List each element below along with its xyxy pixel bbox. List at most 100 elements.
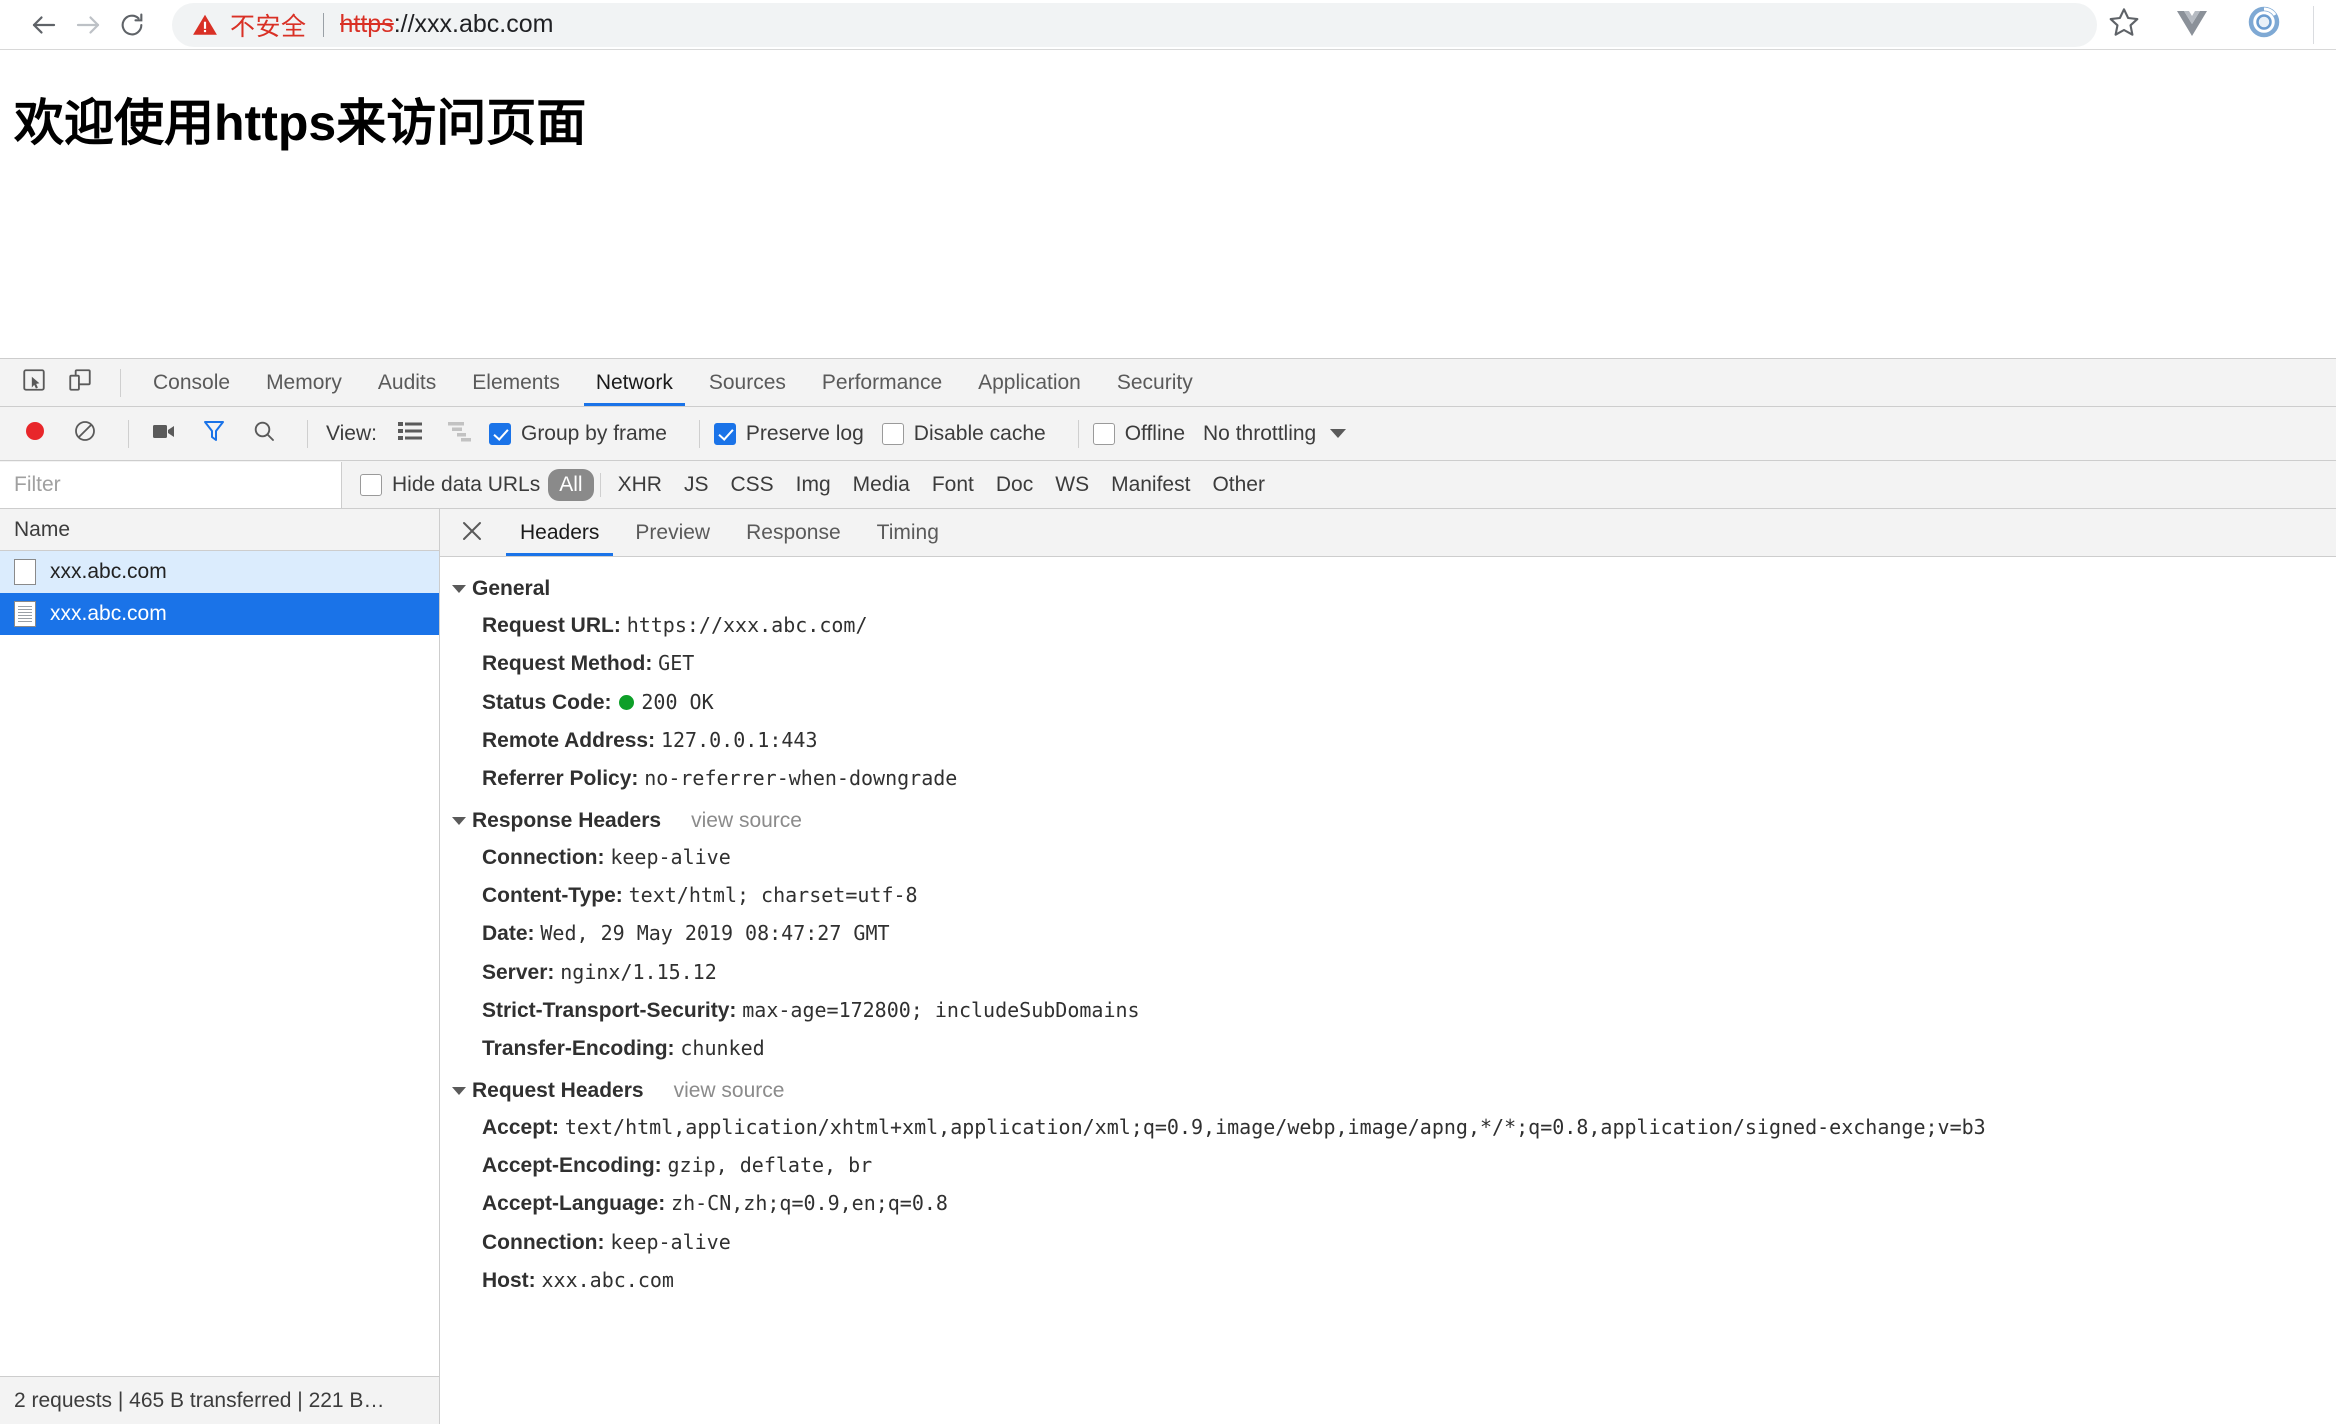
- table-row[interactable]: xxx.abc.com: [0, 551, 439, 593]
- view-source-link[interactable]: view source: [691, 809, 802, 833]
- header-name: Accept-Language:: [482, 1192, 666, 1216]
- section-request-headers: Request Headers view source Accept: text…: [440, 1073, 2336, 1301]
- header-row: Server: nginx/1.15.12: [440, 954, 2336, 992]
- tab-response[interactable]: Response: [728, 509, 859, 556]
- header-name: Date:: [482, 922, 535, 946]
- filter-divider: [599, 472, 601, 497]
- section-title: Request Headers: [472, 1078, 644, 1102]
- reload-button[interactable]: [110, 3, 154, 47]
- filter-type-xhr[interactable]: XHR: [607, 469, 673, 501]
- filter-type-doc[interactable]: Doc: [985, 469, 1044, 501]
- hide-data-urls-checkbox[interactable]: Hide data URLs: [360, 473, 540, 497]
- record-button[interactable]: [14, 413, 56, 455]
- status-ok-dot-icon: [619, 694, 635, 710]
- header-value: text/html; charset=utf-8: [628, 883, 918, 908]
- waterfall-view-icon: [447, 420, 472, 448]
- tab-memory[interactable]: Memory: [248, 359, 360, 406]
- filter-type-other[interactable]: Other: [1201, 469, 1276, 501]
- filter-type-manifest[interactable]: Manifest: [1100, 469, 1201, 501]
- tab-elements[interactable]: Elements: [454, 359, 578, 406]
- close-detail-button[interactable]: [452, 513, 492, 553]
- header-value: chunked: [680, 1036, 765, 1061]
- devtools-panel: Console Memory Audits Elements Network S…: [0, 358, 2336, 1424]
- address-bar[interactable]: 不安全 https://xxx.abc.com: [172, 2, 2097, 47]
- extension-vue-devtools-button[interactable]: [2169, 2, 2215, 48]
- view-waterfall-button[interactable]: [439, 413, 481, 455]
- group-by-frame-checkbox[interactable]: Group by frame: [488, 422, 667, 446]
- header-value: 200 OK: [641, 689, 714, 714]
- forward-button[interactable]: [66, 3, 110, 47]
- filter-type-js[interactable]: JS: [673, 469, 720, 501]
- filter-type-font[interactable]: Font: [921, 469, 985, 501]
- header-name: Accept:: [482, 1115, 560, 1139]
- arrow-left-icon: [29, 10, 59, 40]
- chevron-down-icon[interactable]: [1330, 429, 1347, 438]
- table-row[interactable]: xxx.abc.com: [0, 593, 439, 635]
- filter-type-img[interactable]: Img: [785, 469, 842, 501]
- header-name: Transfer-Encoding:: [482, 1037, 675, 1061]
- header-row: Host: xxx.abc.com: [440, 1262, 2336, 1300]
- tab-timing[interactable]: Timing: [859, 509, 957, 556]
- section-header[interactable]: Request Headers view source: [440, 1073, 2336, 1109]
- filter-type-media[interactable]: Media: [842, 469, 921, 501]
- section-header[interactable]: General: [440, 571, 2336, 607]
- section-title: General: [472, 577, 551, 600]
- requests-pane: Name xxx.abc.com xxx.abc.com 2 requests …: [0, 509, 440, 1424]
- extension-browser-button[interactable]: [2241, 2, 2287, 48]
- header-name: Referrer Policy:: [482, 767, 639, 791]
- camera-icon: [152, 421, 176, 447]
- inspect-element-button[interactable]: [14, 363, 54, 403]
- filter-button[interactable]: [193, 413, 235, 455]
- tab-sources[interactable]: Sources: [691, 359, 804, 406]
- disable-cache-checkbox[interactable]: Disable cache: [881, 422, 1046, 446]
- page-body: 欢迎使用https来访问页面: [0, 50, 2336, 357]
- capture-screenshots-button[interactable]: [143, 413, 185, 455]
- tab-audits[interactable]: Audits: [360, 359, 454, 406]
- request-detail-pane: Headers Preview Response Timing General …: [440, 509, 2336, 1424]
- search-button[interactable]: [243, 413, 285, 455]
- header-name: Connection:: [482, 1230, 605, 1254]
- view-source-link[interactable]: view source: [674, 1079, 785, 1103]
- filter-input[interactable]: [0, 461, 342, 508]
- star-icon: [2108, 6, 2140, 43]
- back-button[interactable]: [22, 3, 66, 47]
- filter-type-css[interactable]: CSS: [719, 469, 784, 501]
- bookmark-button[interactable]: [2101, 2, 2147, 48]
- offline-checkbox[interactable]: Offline: [1092, 422, 1185, 446]
- browser-toolbar: 不安全 https://xxx.abc.com: [0, 0, 2336, 50]
- header-row: Transfer-Encoding: chunked: [440, 1030, 2336, 1068]
- browser-extension-icon: [2248, 6, 2280, 43]
- tab-security[interactable]: Security: [1099, 359, 1211, 406]
- requests-column-header[interactable]: Name: [0, 509, 439, 551]
- header-name: Remote Address:: [482, 729, 656, 753]
- header-row: Strict-Transport-Security: max-age=17280…: [440, 992, 2336, 1030]
- header-value: GET: [658, 651, 695, 676]
- search-icon: [252, 419, 276, 449]
- tab-network[interactable]: Network: [578, 359, 691, 406]
- tab-headers[interactable]: Headers: [502, 509, 617, 556]
- document-icon: [14, 601, 36, 627]
- reload-icon: [118, 11, 146, 39]
- toolbar-divider-3: [698, 419, 700, 448]
- tab-preview[interactable]: Preview: [617, 509, 728, 556]
- warning-triangle-icon: [192, 12, 218, 38]
- device-toolbar-button[interactable]: [60, 363, 100, 403]
- inspect-element-icon: [21, 367, 47, 399]
- tab-console[interactable]: Console: [135, 359, 248, 406]
- section-header[interactable]: Response Headers view source: [440, 803, 2336, 839]
- header-value: https://xxx.abc.com/: [626, 613, 868, 637]
- tab-performance[interactable]: Performance: [804, 359, 960, 406]
- tab-application[interactable]: Application: [960, 359, 1099, 406]
- clear-button[interactable]: [64, 413, 106, 455]
- headers-content: General Request URL: https://xxx.abc.com…: [440, 557, 2336, 1424]
- filter-type-ws[interactable]: WS: [1044, 469, 1100, 501]
- header-name: Request Method:: [482, 652, 653, 676]
- view-list-button[interactable]: [389, 413, 431, 455]
- hide-data-urls-label: Hide data URLs: [392, 472, 541, 496]
- filter-type-all[interactable]: All: [548, 468, 594, 501]
- header-name: Accept-Encoding:: [482, 1154, 662, 1178]
- section-response-headers: Response Headers view source Connection:…: [440, 803, 2336, 1069]
- throttling-value[interactable]: No throttling: [1203, 422, 1316, 446]
- devtools-tabbar: Console Memory Audits Elements Network S…: [0, 359, 2336, 407]
- preserve-log-checkbox[interactable]: Preserve log: [713, 422, 864, 446]
